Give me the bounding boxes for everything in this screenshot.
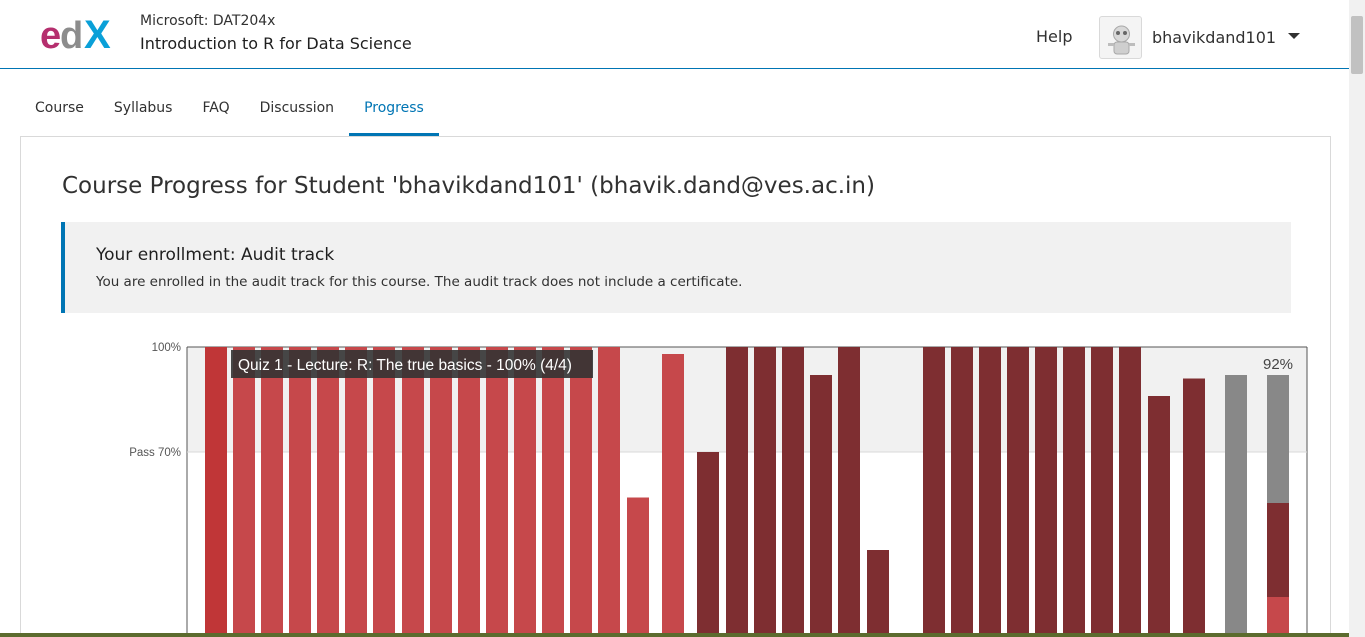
bar bbox=[486, 347, 508, 637]
site-header: e d X Microsoft: DAT204x Introduction to… bbox=[0, 0, 1349, 69]
course-organization: Microsoft: DAT204x bbox=[140, 13, 276, 29]
bar bbox=[1119, 347, 1141, 637]
bar bbox=[1007, 347, 1029, 637]
bar bbox=[598, 347, 620, 637]
bar bbox=[233, 347, 255, 637]
bar bbox=[1148, 396, 1170, 637]
y-tick-label: 100% bbox=[152, 342, 181, 354]
course-tabs: Course Syllabus FAQ Discussion Progress bbox=[20, 92, 439, 136]
chart-tooltip: Quiz 1 - Lecture: R: The true basics - 1… bbox=[231, 350, 593, 378]
bar bbox=[570, 347, 592, 637]
bar bbox=[373, 347, 395, 637]
bar-total-segment bbox=[1267, 375, 1289, 503]
grade-chart: 100% Pass 70% 92% Quiz 1 - Lecture: R: The … bbox=[81, 337, 1311, 637]
bar bbox=[1063, 347, 1085, 637]
username[interactable]: bhavikdand101 bbox=[1152, 28, 1276, 47]
bar bbox=[923, 347, 945, 637]
bar bbox=[810, 375, 832, 637]
y-tick-label: Pass 70% bbox=[129, 447, 181, 459]
bar bbox=[458, 347, 480, 637]
bottom-strip bbox=[0, 633, 1349, 637]
bar bbox=[402, 347, 424, 637]
bar bbox=[951, 347, 973, 637]
scrollbar[interactable] bbox=[1349, 0, 1365, 637]
grade-chart-svg: 100% Pass 70% 92% Quiz 1 - Lecture: R: The … bbox=[129, 342, 1308, 637]
scrollbar-thumb[interactable] bbox=[1351, 16, 1363, 74]
bar bbox=[514, 347, 536, 637]
bar bbox=[726, 347, 748, 637]
enrollment-text: You are enrolled in the audit track for … bbox=[96, 274, 743, 290]
page-title: Course Progress for Student 'bhavikdand1… bbox=[62, 173, 875, 199]
tab-syllabus[interactable]: Syllabus bbox=[99, 92, 188, 136]
course-title: Introduction to R for Data Science bbox=[140, 34, 412, 53]
tab-progress[interactable]: Progress bbox=[349, 92, 439, 136]
user-menu[interactable]: bhavikdand101 bbox=[1099, 15, 1276, 59]
avatar[interactable] bbox=[1099, 15, 1142, 59]
bar bbox=[261, 347, 283, 637]
bar bbox=[838, 347, 860, 637]
bar bbox=[542, 347, 564, 637]
bar bbox=[979, 347, 1001, 637]
avatar-robot-icon bbox=[1108, 25, 1135, 54]
chevron-down-icon[interactable] bbox=[1288, 33, 1300, 39]
total-percent-label: 92% bbox=[1263, 356, 1293, 373]
edx-logo[interactable]: e d X bbox=[40, 14, 120, 54]
tooltip-text: Quiz 1 - Lecture: R: The true basics - 1… bbox=[238, 357, 572, 374]
page: { "header": { "course_org": "Microsoft: … bbox=[0, 0, 1365, 637]
help-link[interactable]: Help bbox=[1036, 27, 1072, 46]
enrollment-title: Your enrollment: Audit track bbox=[96, 245, 335, 265]
tab-discussion[interactable]: Discussion bbox=[245, 92, 349, 136]
bar bbox=[1091, 347, 1113, 637]
tab-faq[interactable]: FAQ bbox=[187, 92, 244, 136]
svg-text:X: X bbox=[84, 14, 111, 54]
bar bbox=[1225, 375, 1247, 637]
tab-course[interactable]: Course bbox=[20, 92, 99, 136]
bar bbox=[289, 347, 311, 637]
progress-panel: Course Progress for Student 'bhavikdand1… bbox=[20, 136, 1331, 637]
bar bbox=[867, 550, 889, 637]
bar bbox=[1183, 378, 1205, 637]
bar bbox=[345, 347, 367, 637]
bar-total-segment bbox=[1267, 597, 1289, 637]
bar bbox=[662, 354, 684, 637]
bar bbox=[697, 452, 719, 637]
bar bbox=[782, 347, 804, 637]
bar bbox=[430, 347, 452, 637]
bar bbox=[205, 347, 227, 637]
svg-text:e: e bbox=[40, 15, 60, 54]
bar bbox=[627, 497, 649, 637]
svg-text:d: d bbox=[60, 15, 81, 54]
bar bbox=[317, 347, 339, 637]
enrollment-notice: Your enrollment: Audit track You are enr… bbox=[61, 222, 1291, 313]
bar bbox=[1035, 347, 1057, 637]
bar-total-segment bbox=[1267, 503, 1289, 597]
bar bbox=[754, 347, 776, 637]
